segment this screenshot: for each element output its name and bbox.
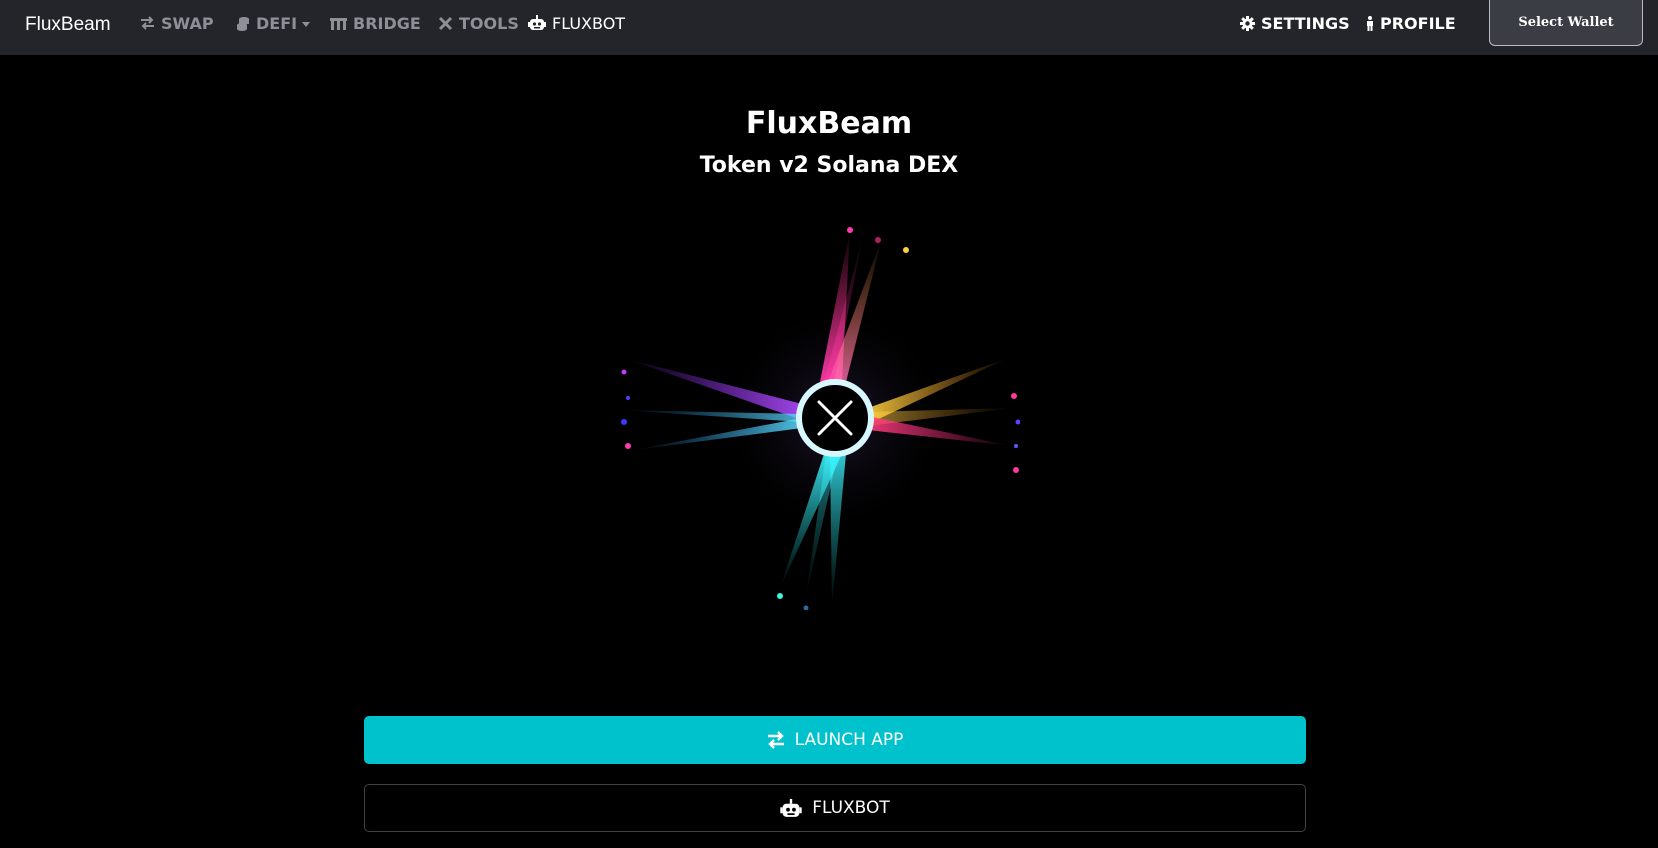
hero-subtitle: Token v2 Solana DEX	[699, 153, 959, 178]
gear-icon	[1240, 15, 1255, 31]
nav-bridge-label: BRIDGE	[353, 13, 421, 33]
robot-icon	[780, 798, 802, 817]
top-navbar: FluxBeam SWAP DEFI BRIDGE TOOLS FLUXBOT …	[0, 0, 1658, 55]
select-wallet-button[interactable]: Select Wallet	[1489, 0, 1643, 46]
launch-app-button[interactable]: LAUNCH APP	[364, 716, 1306, 764]
nav-bridge[interactable]: BRIDGE	[330, 0, 421, 46]
swap-arrows-icon	[141, 16, 154, 30]
fluxbot-button[interactable]: FLUXBOT	[364, 784, 1306, 832]
nav-tools[interactable]: TOOLS	[438, 0, 519, 46]
nav-settings-label: SETTINGS	[1261, 13, 1350, 33]
nav-profile[interactable]: PROFILE	[1366, 0, 1456, 46]
nav-swap-label: SWAP	[161, 13, 214, 33]
hero-title: FluxBeam	[745, 106, 913, 141]
swap-arrows-icon	[767, 731, 784, 749]
person-icon	[1367, 15, 1373, 31]
tools-icon	[438, 16, 453, 30]
nav-defi[interactable]: DEFI	[236, 0, 311, 46]
chevron-down-icon	[302, 21, 311, 27]
nav-defi-label: DEFI	[256, 13, 298, 33]
nav-fluxbot[interactable]: FLUXBOT	[528, 0, 625, 46]
nav-swap[interactable]: SWAP	[140, 0, 214, 46]
nav-settings[interactable]: SETTINGS	[1240, 0, 1350, 46]
fluxbeam-logo-art	[620, 227, 1020, 610]
brand-logo-text[interactable]: FluxBeam	[25, 14, 111, 36]
coins-icon	[237, 16, 249, 31]
nav-profile-label: PROFILE	[1380, 13, 1456, 33]
nav-fluxbot-label: FLUXBOT	[552, 13, 626, 33]
robot-icon	[528, 15, 546, 30]
nav-tools-label: TOOLS	[459, 13, 519, 33]
launch-app-label: LAUNCH APP	[794, 730, 904, 750]
bridge-icon	[330, 17, 347, 30]
fluxbot-label: FLUXBOT	[812, 798, 890, 818]
